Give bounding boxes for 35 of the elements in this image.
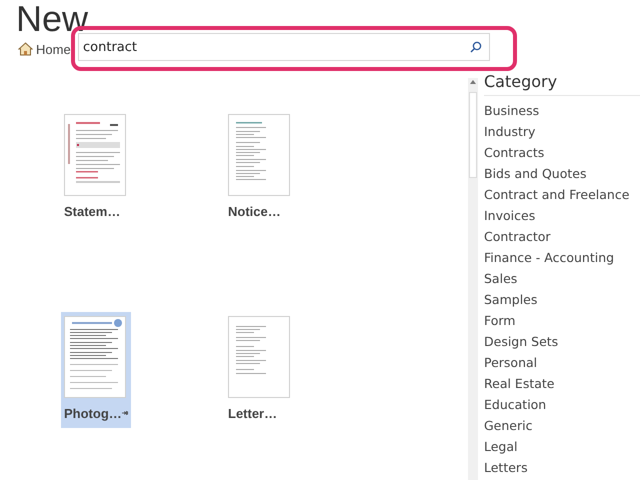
category-item[interactable]: Form — [484, 310, 640, 331]
category-item[interactable]: Letters — [484, 457, 640, 478]
category-heading: Category — [484, 72, 640, 96]
scroll-thumb[interactable] — [469, 92, 477, 178]
category-item[interactable]: Personal — [484, 352, 640, 373]
template-tile[interactable]: Statem… — [61, 110, 131, 226]
search-icon[interactable] — [470, 41, 482, 53]
scrollbar[interactable] — [468, 78, 478, 480]
search-field[interactable]: contract — [78, 33, 490, 61]
category-item[interactable]: Finance - Accounting — [484, 247, 640, 268]
template-name: Statem… — [64, 204, 120, 218]
category-item[interactable]: Contracts — [484, 142, 640, 163]
home-icon — [18, 42, 33, 56]
template-tile[interactable]: Photog… — [61, 312, 131, 428]
template-tile[interactable]: Notice… — [225, 110, 295, 226]
template-tile[interactable]: Letter… — [225, 312, 295, 428]
category-item[interactable]: Contract and Freelance — [484, 184, 640, 205]
category-item[interactable]: Real Estate — [484, 373, 640, 394]
category-item[interactable]: Industry — [484, 121, 640, 142]
scroll-up-icon[interactable] — [470, 80, 476, 84]
category-item[interactable]: Design Sets — [484, 331, 640, 352]
template-name: Photog… — [64, 406, 122, 420]
category-item[interactable]: Invoices — [484, 205, 640, 226]
category-item[interactable]: Sales — [484, 268, 640, 289]
template-name: Letter… — [228, 406, 278, 420]
category-item[interactable]: Legal — [484, 436, 640, 457]
category-item[interactable]: Contractor — [484, 226, 640, 247]
category-item[interactable]: Generic — [484, 415, 640, 436]
category-item[interactable]: Education — [484, 394, 640, 415]
template-name: Notice… — [228, 204, 281, 218]
category-item[interactable]: Samples — [484, 289, 640, 310]
home-link[interactable]: Home — [36, 42, 71, 56]
pin-icon[interactable] — [122, 409, 128, 417]
category-item[interactable]: Business — [484, 100, 640, 121]
category-item[interactable]: Bids and Quotes — [484, 163, 640, 184]
